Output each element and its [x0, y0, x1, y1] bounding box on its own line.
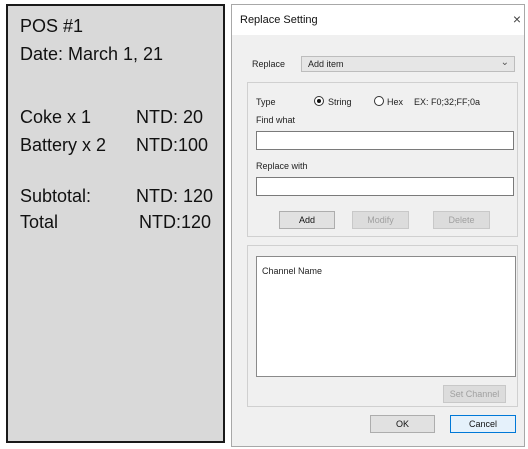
- pos-receipt: POS #1 Date: March 1, 21 Coke x 1 NTD: 2…: [6, 4, 225, 443]
- type-label: Type: [256, 97, 276, 107]
- hex-radio-label[interactable]: Hex: [387, 97, 403, 107]
- receipt-date: Date: March 1, 21: [20, 44, 164, 64]
- receipt-item-price: NTD:100: [136, 135, 209, 155]
- cancel-button[interactable]: Cancel: [450, 415, 516, 433]
- replace-with-label: Replace with: [256, 161, 308, 171]
- close-icon[interactable]: ×: [513, 11, 521, 27]
- modify-button[interactable]: Modify: [352, 211, 409, 229]
- dialog-title: Replace Setting: [240, 14, 318, 26]
- string-radio-label[interactable]: String: [328, 97, 352, 107]
- ok-button[interactable]: OK: [370, 415, 435, 433]
- receipt-item-name: Coke x 1: [20, 107, 92, 127]
- hex-radio[interactable]: [374, 96, 384, 106]
- add-button[interactable]: Add: [279, 211, 335, 229]
- delete-button[interactable]: Delete: [433, 211, 490, 229]
- set-channel-button[interactable]: Set Channel: [443, 385, 506, 403]
- replace-selected-value: Add item: [308, 59, 344, 69]
- total-value: NTD:120: [139, 212, 212, 232]
- total-label: Total: [20, 212, 59, 232]
- receipt-item-name: Battery x 2: [20, 135, 107, 155]
- channel-list[interactable]: Channel Name: [256, 256, 516, 377]
- replace-setting-dialog: Replace Setting × Replace Add item ⌄ Typ…: [231, 4, 525, 447]
- subtotal-label: Subtotal:: [20, 186, 92, 206]
- chevron-down-icon[interactable]: ⌄: [501, 57, 509, 68]
- subtotal-value: NTD: 120: [136, 186, 214, 206]
- string-radio[interactable]: [314, 96, 324, 106]
- receipt-item-price: NTD: 20: [136, 107, 204, 127]
- hex-example-text: EX: F0;32;FF;0a: [414, 97, 481, 107]
- replace-label: Replace: [252, 59, 286, 69]
- replace-with-input[interactable]: [256, 177, 514, 196]
- title-bar: Replace Setting ×: [232, 5, 524, 35]
- receipt-title: POS #1: [20, 16, 84, 36]
- replace-combobox[interactable]: Add item ⌄: [301, 56, 515, 72]
- channel-name-header: Channel Name: [262, 266, 323, 276]
- find-what-label: Find what: [256, 115, 296, 125]
- find-what-input[interactable]: [256, 131, 514, 150]
